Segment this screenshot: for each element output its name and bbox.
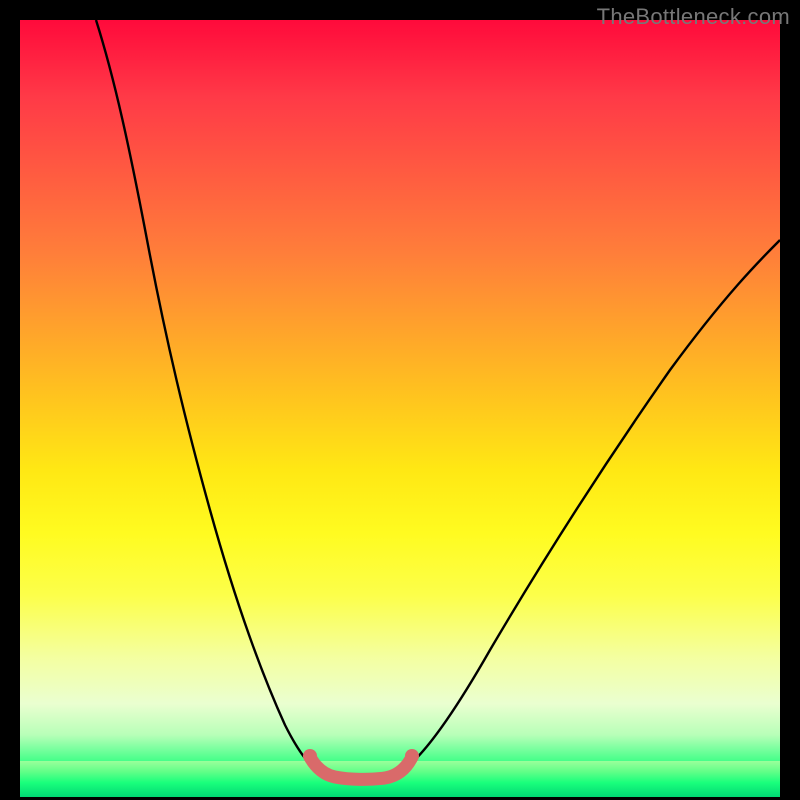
left-curve-path bbox=[96, 20, 320, 772]
highlight-dot-right bbox=[405, 749, 419, 763]
watermark-text: TheBottleneck.com bbox=[597, 4, 790, 30]
bottleneck-highlight bbox=[310, 757, 412, 779]
right-curve-path bbox=[400, 240, 780, 772]
plot-area bbox=[20, 20, 780, 797]
highlight-dot-left bbox=[303, 749, 317, 763]
curve-layer bbox=[20, 20, 780, 797]
chart-frame: TheBottleneck.com bbox=[0, 0, 800, 800]
